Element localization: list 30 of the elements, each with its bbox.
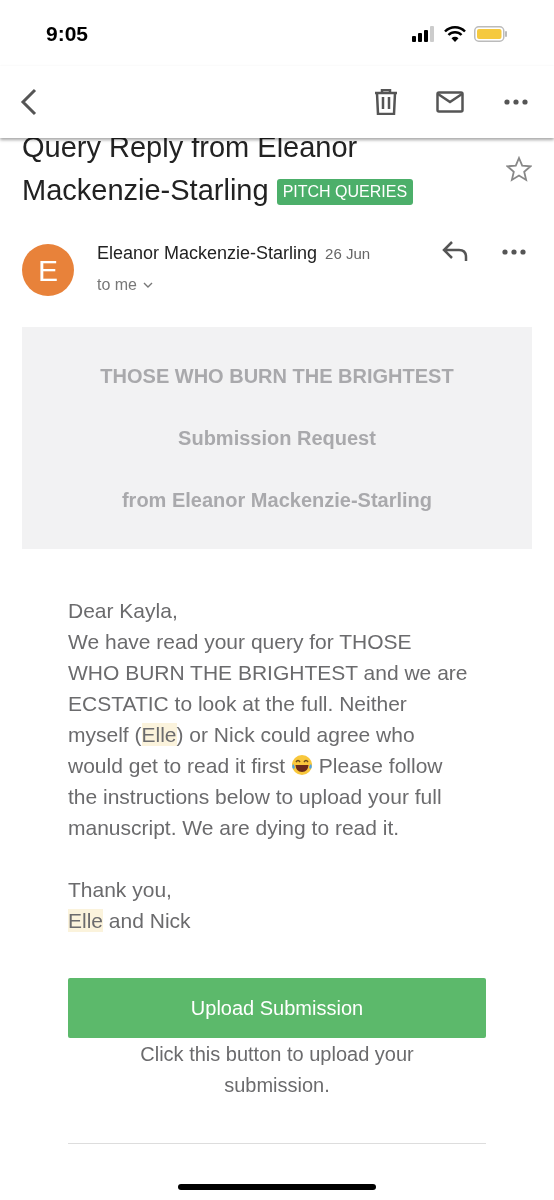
banner-text: from Eleanor Mackenzie-Starling [121, 488, 433, 512]
mail-button[interactable] [436, 91, 464, 113]
email-subject: Query Reply from Eleanor [22, 130, 359, 165]
recipient-toggle[interactable]: to me [97, 273, 153, 297]
body-paragraph: Elle and Nick [68, 908, 192, 934]
upload-button[interactable]: Upload Submission [68, 978, 486, 1038]
banner-text: Submission Request [178, 426, 376, 450]
body-paragraph: We have read your query for THOSE WHO BURN THE BRIGHTEST and we are ECSTATIC to look at the full. Neither myself (Elle) or Nick could agree who would get to read it first Please follow the instructions below to upload your full manuscript. We are dying to read it. [68, 629, 468, 841]
button-caption: Click this button to upload your submission. [139, 1042, 415, 1098]
email-subject: Mackenzie-Starling [22, 174, 269, 206]
sender-avatar: E [22, 244, 74, 296]
star-button[interactable] [506, 156, 532, 182]
more-button[interactable] [504, 99, 528, 105]
chevron-down-icon [143, 282, 153, 288]
laughing-face-icon [290, 754, 313, 776]
clock: 9:05 [46, 21, 89, 48]
highlighted-name: Elle [68, 909, 104, 932]
delete-button[interactable] [374, 89, 398, 115]
body-paragraph: Thank you, [68, 877, 173, 903]
label-tag: PITCH QUERIES [276, 179, 414, 205]
sender-name: Eleanor Mackenzie-Starling [97, 242, 318, 265]
signal-icon [412, 26, 436, 42]
message-more-button[interactable] [502, 249, 526, 255]
highlighted-name: Elle [141, 723, 177, 746]
body-paragraph: Dear Kayla, [68, 598, 179, 624]
message-date: 26 Jun [325, 244, 371, 264]
battery-icon [474, 26, 508, 42]
wifi-icon [444, 26, 466, 42]
banner-text: THOSE WHO BURN THE BRIGHTEST [100, 364, 454, 388]
reply-button[interactable] [442, 240, 468, 262]
